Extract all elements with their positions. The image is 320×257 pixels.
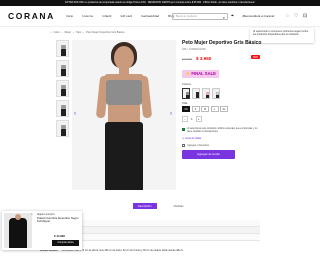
search-icon[interactable]: ⌕ xyxy=(223,15,225,20)
table-row xyxy=(60,220,260,227)
product-main-image[interactable] xyxy=(72,40,176,190)
discount-badge: -56% xyxy=(251,55,260,59)
thumbnail-3[interactable] xyxy=(56,80,69,97)
wishlist-row[interactable]: Agregar a favoritos xyxy=(182,143,262,148)
thumbnail-5[interactable] xyxy=(56,120,69,137)
site-header: CORANA Inicio Invierno Infantil Gift car… xyxy=(0,6,320,27)
nav-item-garbademad[interactable]: GarbadeMad xyxy=(141,14,159,18)
greeting-text[interactable]: ¡Bienvenido/a a Corana! xyxy=(242,14,274,18)
product-title: Peto Mujer Deportivo Gris Básico xyxy=(182,40,262,46)
search-input[interactable]: Busca tu producto ⌕ xyxy=(172,13,228,20)
thumbnail-1[interactable] xyxy=(56,40,69,57)
breadcrumb-tops[interactable]: Tops xyxy=(76,31,81,34)
color-label: Colores xyxy=(182,83,191,86)
size-option-s[interactable]: S xyxy=(191,106,200,112)
size-guide-label: Guía de tallas xyxy=(185,136,202,140)
table-row xyxy=(60,227,260,234)
quantity-stepper: − 1 + xyxy=(182,116,262,122)
size-guide-link[interactable]: ▭ Guía de tallas xyxy=(182,137,262,140)
confirmation-checkbox[interactable] xyxy=(182,128,186,132)
breadcrumb-separator: › xyxy=(73,31,74,34)
sale-price: $ 3.960 xyxy=(196,56,212,61)
color-swatch-pink[interactable] xyxy=(202,87,210,99)
price-row: $ 8.990 $ 3.960 -56% xyxy=(182,55,262,62)
cart-icon[interactable]: ⊡ xyxy=(303,13,307,19)
old-price: $ 8.990 xyxy=(182,56,193,61)
table-row xyxy=(60,234,260,241)
size-option-xs[interactable]: XS xyxy=(182,106,190,112)
confirmation-text: Al seleccionar este producto confirmo en… xyxy=(187,128,258,133)
close-icon[interactable]: × xyxy=(31,212,33,216)
tab-medidas[interactable]: Medidas xyxy=(169,203,189,209)
nav-item-infantil[interactable]: Infantil xyxy=(102,14,111,18)
product-info: Peto Mujer Deportivo Gris Básico SKU: CO… xyxy=(182,40,262,160)
breadcrumb: ⌂ Inicio › Mujer › Tops › Peto Mujer Dep… xyxy=(50,31,125,34)
color-swatch-black[interactable] xyxy=(192,87,200,99)
home-icon[interactable]: ⌂ xyxy=(50,31,52,34)
thumbnail-list xyxy=(56,40,69,140)
breadcrumb-current: Peto Mujer Deportivo Gris Básico xyxy=(86,31,125,34)
wishlist-label: Agregar a favoritos xyxy=(187,143,210,147)
size-option-xl[interactable]: XL xyxy=(220,106,228,112)
notification-price: $ 14.990 xyxy=(54,234,65,238)
details-table xyxy=(60,220,260,241)
color-swatch-gray[interactable] xyxy=(182,87,190,99)
nav-item-invierno[interactable]: Invierno xyxy=(82,14,93,18)
decrease-quantity-button[interactable]: − xyxy=(182,116,188,122)
main-nav: Inicio Invierno Infantil Gift card Garba… xyxy=(66,14,174,18)
heart-icon[interactable]: ♡ xyxy=(294,13,298,19)
product-tabs: Descripción Medidas xyxy=(133,203,188,209)
color-swatches xyxy=(182,87,262,99)
purchase-notification: × Alguien compró Polerón Hombre Deportiv… xyxy=(2,211,82,250)
buy-now-button[interactable]: Comprar ahora xyxy=(52,240,79,246)
size-option-l[interactable]: L xyxy=(210,106,219,112)
location-popup-text: Al seleccionar tu comuna te podremos sug… xyxy=(253,30,309,36)
site-logo[interactable]: CORANA xyxy=(8,11,55,21)
notification-text: Alguien compró Polerón Hombre Deportivo … xyxy=(37,213,81,223)
location-pin-icon[interactable]: ⌖ xyxy=(231,13,234,19)
breadcrumb-separator: › xyxy=(83,31,85,34)
notification-product-title[interactable]: Polerón Hombre Deportivo Negro Full Zipp… xyxy=(37,216,81,223)
size-option-m[interactable]: M xyxy=(201,106,209,112)
final-sale-confirmation: Al seleccionar este producto confirmo en… xyxy=(182,128,262,134)
nav-item-inicio[interactable]: Inicio xyxy=(66,14,73,18)
quantity-value[interactable]: 1 xyxy=(191,117,193,121)
user-icon[interactable]: ◌ xyxy=(286,13,289,19)
breadcrumb-inicio[interactable]: Inicio xyxy=(54,31,60,34)
promo-text: EXTRA 40% OFF en productos de temporada … xyxy=(65,1,255,4)
tab-descripcion[interactable]: Descripción xyxy=(133,203,157,209)
next-image-arrow-icon[interactable]: › xyxy=(170,111,172,117)
size-label: Talla xyxy=(182,101,188,105)
nav-item-gift-card[interactable]: Gift card xyxy=(120,14,132,18)
final-sale-label: FINAL SALE xyxy=(191,71,216,76)
breadcrumb-separator: › xyxy=(61,31,63,34)
size-options: XS S M L XL xyxy=(182,106,262,112)
final-sale-badge: ⚡ FINAL SALE xyxy=(182,70,219,78)
search-placeholder: Busca tu producto xyxy=(176,15,197,18)
notification-product-image[interactable] xyxy=(4,213,32,248)
increase-quantity-button[interactable]: + xyxy=(195,116,202,122)
prev-image-arrow-icon[interactable]: ‹ xyxy=(74,111,76,117)
wishlist-checkbox[interactable] xyxy=(182,143,186,148)
product-sku: SKU: CO000012345 xyxy=(182,48,206,51)
color-swatch-white[interactable] xyxy=(212,87,220,99)
thumbnail-2[interactable] xyxy=(56,60,69,77)
add-to-cart-button[interactable]: Agregar al carrito xyxy=(182,150,235,160)
bolt-icon: ⚡ xyxy=(185,71,191,76)
thumbnail-4[interactable] xyxy=(56,100,69,117)
breadcrumb-mujer[interactable]: Mujer xyxy=(65,31,72,34)
